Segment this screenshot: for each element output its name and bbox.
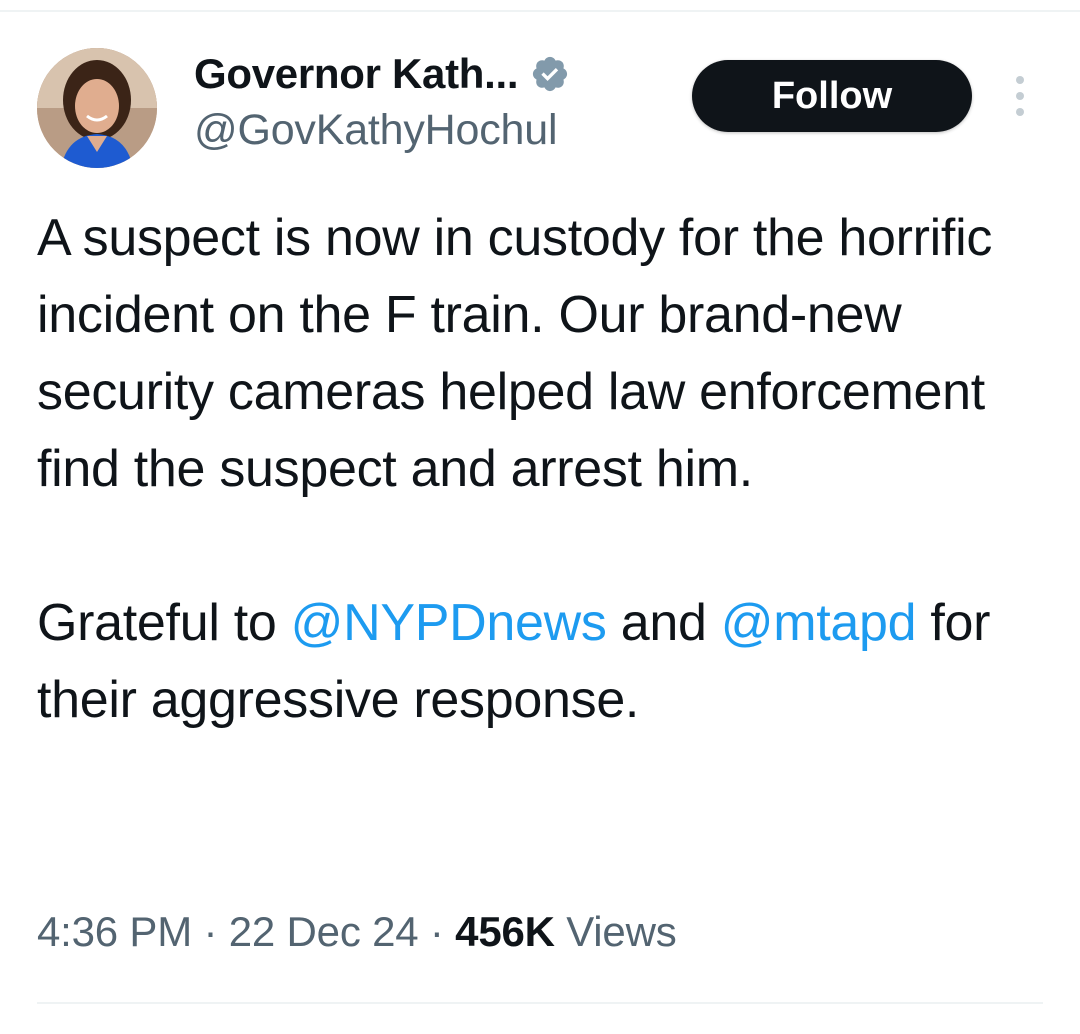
tweet-paragraph-1: A suspect is now in custody for the horr…	[37, 209, 993, 498]
tweet-time[interactable]: 4:36 PM	[37, 908, 192, 955]
tweet-metadata: 4:36 PM · 22 Dec 24 · 456K Views	[37, 908, 677, 956]
mention-link-mtapd[interactable]: @mtapd	[721, 594, 917, 652]
meta-separator: ·	[418, 908, 456, 955]
views-count[interactable]: 456K	[455, 908, 555, 955]
follow-button[interactable]: Follow	[692, 60, 972, 132]
author-handle[interactable]: @GovKathyHochul	[194, 106, 558, 155]
tweet-paragraph-2: Grateful to @NYPDnews and @mtapd for the…	[37, 585, 1047, 739]
avatar[interactable]	[37, 48, 157, 168]
tweet-text: A suspect is now in custody for the horr…	[37, 200, 1047, 739]
verified-badge-icon	[533, 56, 568, 92]
more-dot	[1016, 76, 1024, 84]
top-divider	[0, 10, 1080, 12]
more-options-icon[interactable]	[1004, 76, 1036, 116]
tweet-text-segment: Grateful to	[37, 594, 291, 652]
meta-separator: ·	[192, 908, 229, 955]
author-name-row[interactable]: Governor Kath...	[194, 48, 570, 100]
tweet-detail: Governor Kath... @GovKathyHochul Follow …	[0, 0, 1080, 1034]
avatar-image	[37, 48, 157, 168]
author-display-name[interactable]: Governor Kath...	[194, 50, 519, 98]
more-dot	[1016, 92, 1024, 100]
bottom-divider	[37, 1002, 1043, 1004]
views-label: Views	[554, 908, 677, 955]
mention-link-nypdnews[interactable]: @NYPDnews	[291, 594, 607, 652]
tweet-date[interactable]: 22 Dec 24	[229, 908, 419, 955]
more-dot	[1016, 108, 1024, 116]
tweet-text-segment: and	[606, 594, 721, 652]
